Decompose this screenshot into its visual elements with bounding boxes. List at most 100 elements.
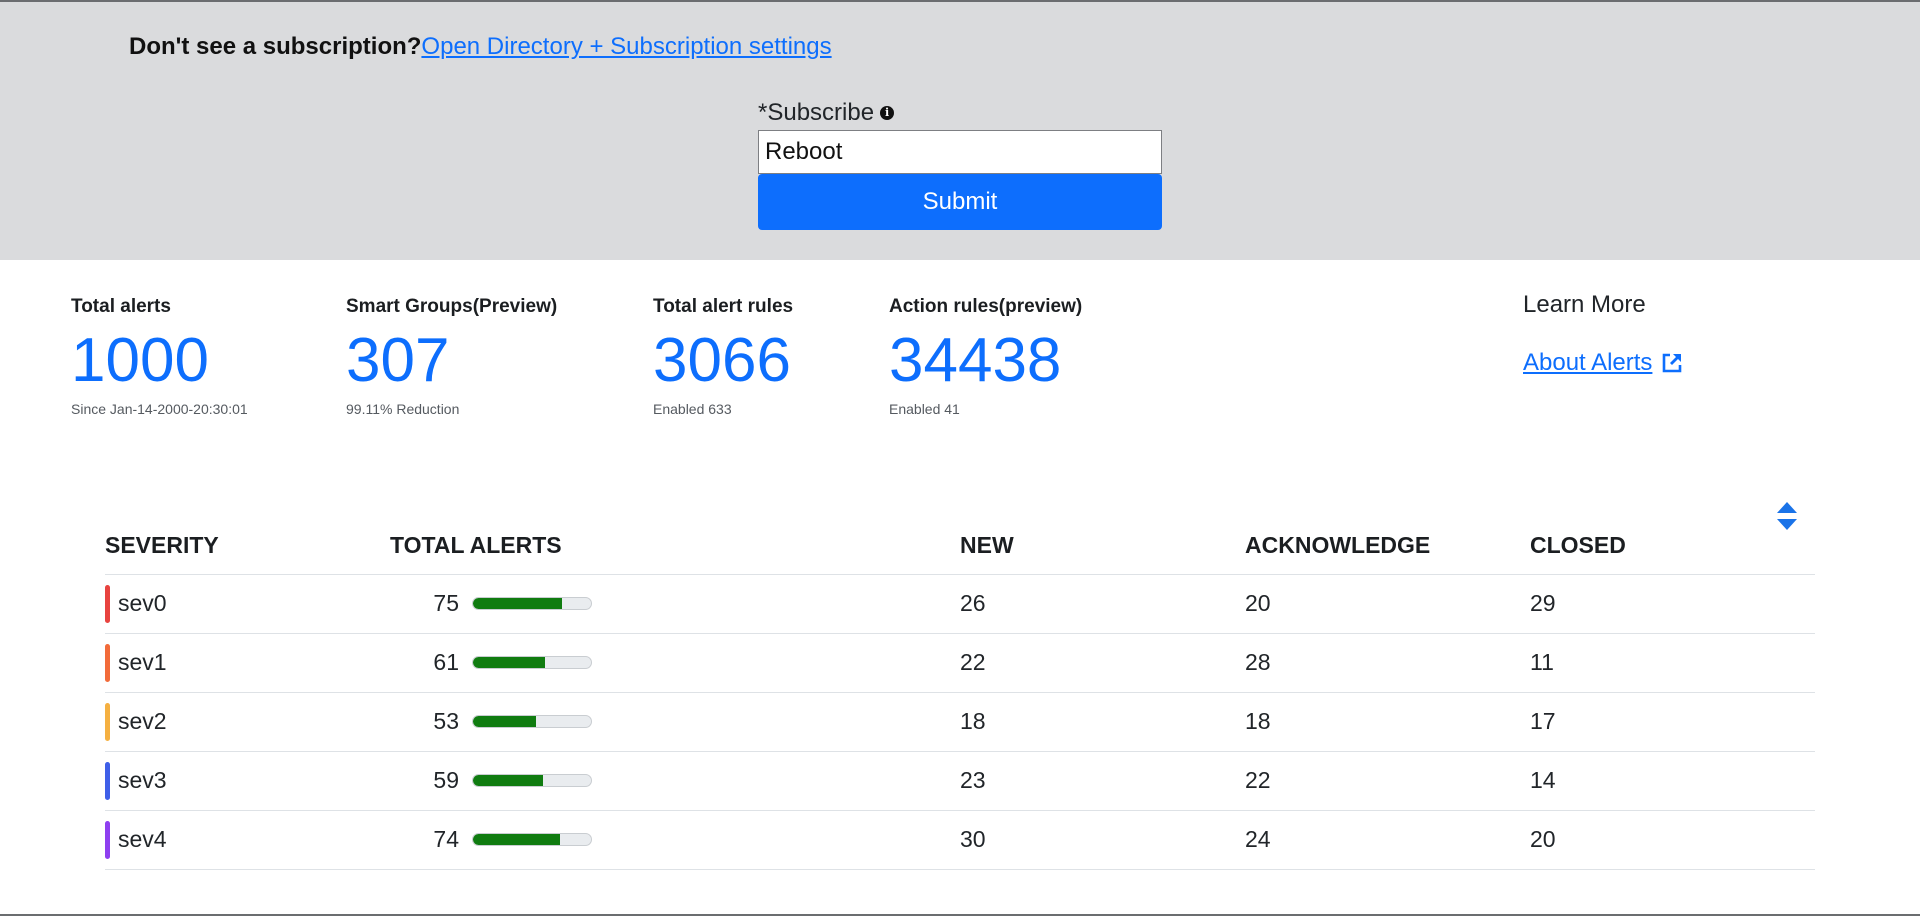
new-cell: 18 (960, 692, 1245, 752)
closed-cell: 20 (1530, 810, 1815, 870)
stat-label: Total alerts (71, 296, 171, 317)
subscription-question: Don't see a subscription? (129, 33, 422, 60)
header-total-alerts[interactable]: TOTAL ALERTS (390, 518, 960, 575)
total-alerts-content: 75 (390, 590, 960, 617)
total-alerts-bar-fill (473, 716, 536, 727)
severity-color-marker (105, 584, 110, 623)
total-alerts-bar-fill (473, 657, 545, 668)
severity-label: sev1 (118, 649, 167, 675)
severity-label: sev4 (118, 826, 167, 852)
severity-cell-content: sev4 (105, 811, 390, 869)
total-alerts-value: 53 (433, 708, 459, 734)
severity-color-marker (105, 702, 110, 741)
new-cell: 22 (960, 633, 1245, 693)
subscribe-label: *Subscribe (758, 99, 875, 126)
total-alerts-bar (472, 833, 592, 846)
table-header-row: SEVERITY TOTAL ALERTS NEW ACKNOWLEDGE CL… (105, 518, 1815, 575)
total-alerts-bar (472, 774, 592, 787)
acknowledge-cell: 22 (1245, 751, 1530, 811)
header-acknowledge[interactable]: ACKNOWLEDGE (1245, 518, 1530, 575)
about-alerts-label: About Alerts (1523, 349, 1653, 376)
severity-label: sev0 (118, 590, 167, 616)
severity-cell-content: sev3 (105, 752, 390, 810)
header-new[interactable]: NEW (960, 518, 1245, 575)
closed-cell: 29 (1530, 574, 1815, 634)
total-alerts-value: 74 (433, 826, 459, 852)
acknowledge-cell: 28 (1245, 633, 1530, 693)
total-alerts-bar-fill (473, 598, 562, 609)
total-alerts-cell: 74 (390, 810, 960, 870)
closed-cell: 11 (1530, 633, 1815, 693)
total-alerts-bar-fill (473, 834, 561, 845)
closed-cell: 14 (1530, 751, 1815, 811)
total-alerts-value: 75 (433, 590, 459, 616)
table-row[interactable]: sev3 59 23 22 14 (105, 751, 1815, 811)
total-alerts-bar (472, 715, 592, 728)
closed-cell: 17 (1530, 692, 1815, 752)
severity-cell: sev4 (105, 810, 390, 870)
severity-color-marker (105, 820, 110, 859)
acknowledge-cell: 24 (1245, 810, 1530, 870)
severity-cell-content: sev0 (105, 575, 390, 633)
header-closed[interactable]: CLOSED (1530, 518, 1815, 575)
subscription-settings-link[interactable]: Open Directory + Subscription settings (421, 33, 831, 60)
stat-total-alert-rules: Total alert rules 3066 Enabled 633 (653, 294, 793, 418)
stat-action-rules: Action rules(preview) 34438 Enabled 41 (889, 294, 1082, 418)
total-alerts-bar (472, 656, 592, 669)
total-alerts-value: 59 (433, 767, 459, 793)
severity-cell: sev1 (105, 633, 390, 693)
total-alerts-content: 74 (390, 826, 960, 853)
severity-cell: sev2 (105, 692, 390, 752)
table-row[interactable]: sev4 74 30 24 20 (105, 810, 1815, 870)
stat-smart-groups: Smart Groups(Preview) 307 99.11% Reducti… (346, 294, 557, 418)
severity-cell-content: sev2 (105, 693, 390, 751)
total-alerts-content: 53 (390, 708, 960, 735)
total-alerts-cell: 53 (390, 692, 960, 752)
subscribe-label-row: *Subscribe i (758, 98, 1162, 128)
total-alerts-cell: 61 (390, 633, 960, 693)
stat-subtext: Since Jan-14-2000-20:30:01 (71, 401, 248, 417)
stat-total-alerts: Total alerts 1000 Since Jan-14-2000-20:3… (71, 294, 248, 418)
subscribe-input[interactable] (758, 130, 1162, 174)
total-alerts-bar-fill (473, 775, 543, 786)
learn-more-title: Learn More (1523, 291, 1646, 318)
submit-button[interactable]: Submit (758, 174, 1162, 230)
external-link-icon (1663, 353, 1682, 373)
stat-subtext: Enabled 41 (889, 401, 960, 417)
stat-value: 3066 (653, 326, 791, 395)
table-row[interactable]: sev1 61 22 28 11 (105, 633, 1815, 693)
info-icon[interactable]: i (880, 106, 895, 120)
stat-value: 34438 (889, 326, 1062, 395)
stat-label: Smart Groups(Preview) (346, 296, 558, 317)
subscription-panel: Don't see a subscription?Open Directory … (0, 0, 1920, 260)
severity-cell: sev0 (105, 574, 390, 634)
stat-value: 1000 (71, 326, 209, 395)
severity-color-marker (105, 761, 110, 800)
severity-cell-content: sev1 (105, 634, 390, 692)
stat-value: 307 (346, 326, 450, 395)
total-alerts-cell: 75 (390, 574, 960, 634)
severity-label: sev3 (118, 767, 167, 793)
table-row[interactable]: sev2 53 18 18 17 (105, 692, 1815, 752)
severity-cell: sev3 (105, 751, 390, 811)
stat-subtext: 99.11% Reduction (346, 401, 460, 417)
table-row[interactable]: sev0 75 26 20 29 (105, 574, 1815, 634)
new-cell: 26 (960, 574, 1245, 634)
header-severity[interactable]: SEVERITY (105, 518, 390, 575)
total-alerts-content: 59 (390, 767, 960, 794)
stat-subtext: Enabled 633 (653, 401, 732, 417)
subscription-note: Don't see a subscription?Open Directory … (129, 32, 832, 62)
total-alerts-content: 61 (390, 649, 960, 676)
severity-table-body: sev0 75 26 20 29 sev1 61 22 28 11 sev2 53 18 18 17 sev3… (105, 574, 1815, 870)
learn-more: Learn More About Alerts (1523, 290, 1684, 378)
acknowledge-cell: 18 (1245, 692, 1530, 752)
stat-label: Action rules(preview) (889, 296, 1083, 317)
acknowledge-cell: 20 (1245, 574, 1530, 634)
total-alerts-value: 61 (433, 649, 459, 675)
severity-color-marker (105, 643, 110, 682)
about-alerts-link[interactable]: About Alerts (1523, 348, 1684, 378)
total-alerts-cell: 59 (390, 751, 960, 811)
total-alerts-bar (472, 597, 592, 610)
severity-table: SEVERITY TOTAL ALERTS NEW ACKNOWLEDGE CL… (105, 518, 1815, 870)
new-cell: 30 (960, 810, 1245, 870)
